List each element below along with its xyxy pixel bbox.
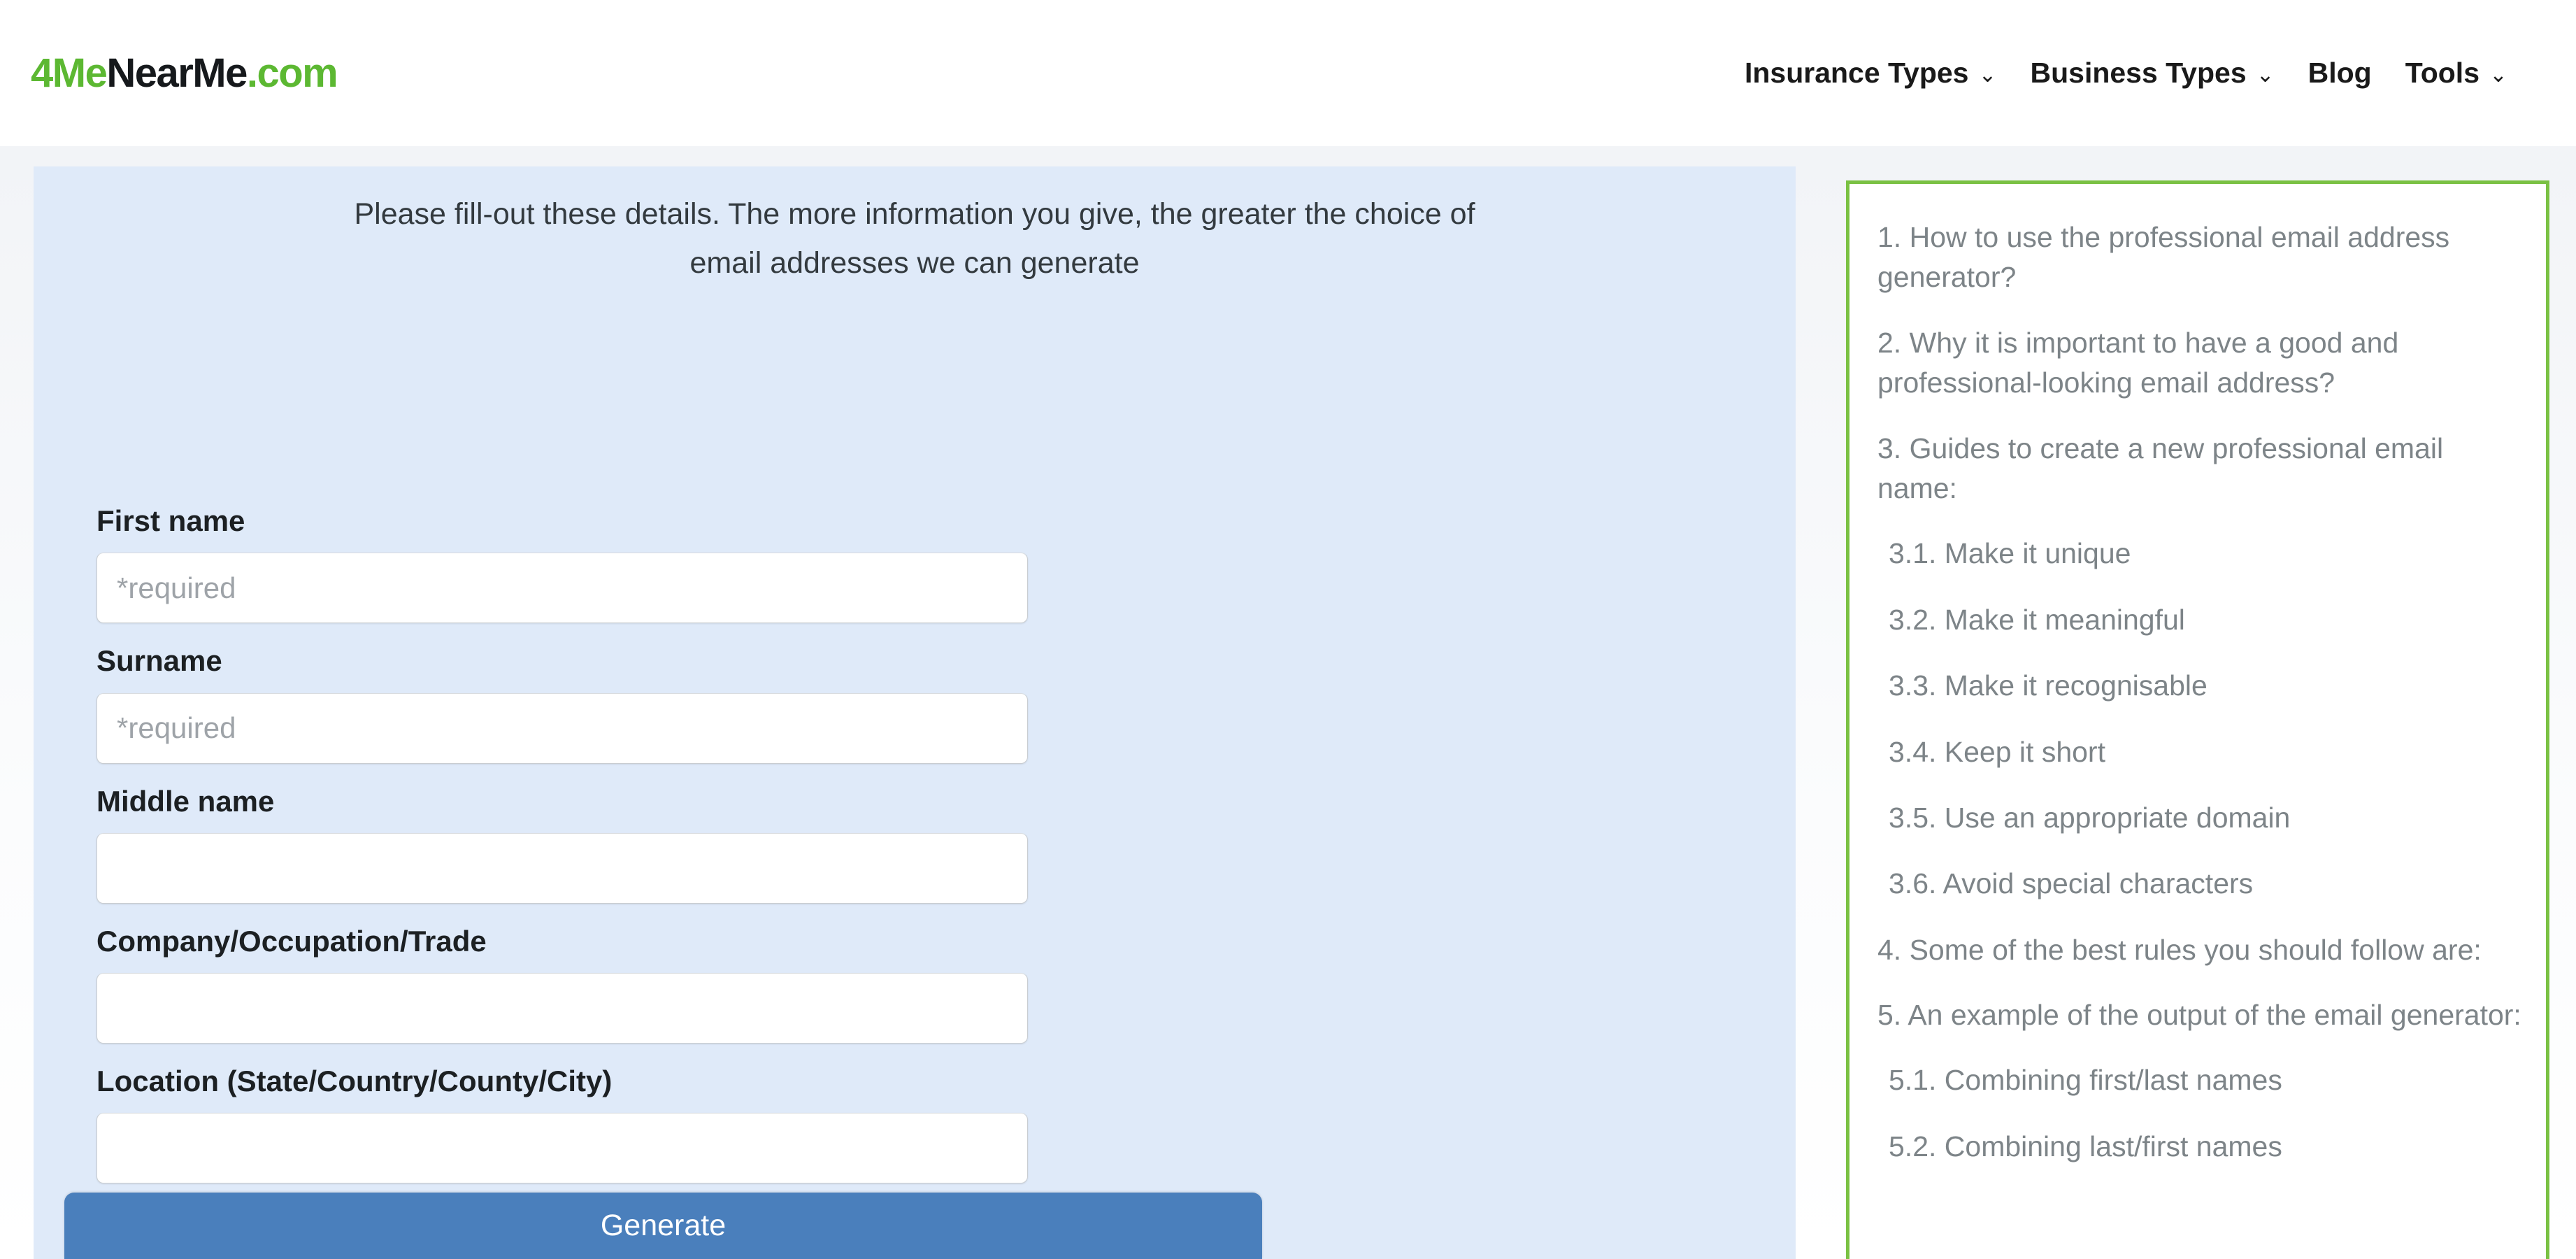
field-group-company: Company/Occupation/Trade xyxy=(96,925,1075,1044)
toc-item[interactable]: 3.5. Use an appropriate domain xyxy=(1873,798,2522,838)
toc-item[interactable]: 3.6. Avoid special characters xyxy=(1873,864,2522,904)
nav-label-blog: Blog xyxy=(2307,57,2372,89)
email-generator-form-panel: Please fill-out these details. The more … xyxy=(34,166,1796,1259)
label-middle-name: Middle name xyxy=(96,784,275,818)
table-of-contents-panel: 1. How to use the professional email add… xyxy=(1846,180,2549,1259)
field-group-middle-name: Middle name xyxy=(96,785,1075,904)
logo-prefix: 4Me xyxy=(31,50,108,96)
site-header: 4Me NearMe .com Insurance Types ⌄ Business… xyxy=(0,0,2576,146)
surname-input[interactable] xyxy=(96,692,1028,764)
toc-item[interactable]: 3.4. Keep it short xyxy=(1873,732,2522,772)
label-first-name: First name xyxy=(96,504,245,537)
field-group-location: Location (State/Country/County/City) xyxy=(96,1065,1075,1184)
toc-item[interactable]: 5. An example of the output of the email… xyxy=(1873,995,2522,1035)
chevron-down-icon: ⌄ xyxy=(1978,62,1997,87)
location-input[interactable] xyxy=(96,1113,1028,1184)
chevron-down-icon: ⌄ xyxy=(2489,62,2507,87)
field-group-first-name: First name xyxy=(96,504,1075,624)
company-occupation-trade-input[interactable] xyxy=(96,973,1028,1044)
nav-item-tools[interactable]: Tools ⌄ xyxy=(2389,50,2507,97)
main-navigation: Insurance Types ⌄ Business Types ⌄ Blog … xyxy=(1728,50,2542,97)
nav-item-insurance-types[interactable]: Insurance Types ⌄ xyxy=(1728,50,2014,97)
form-fields: First name Surname Middle name Company/O… xyxy=(96,504,1075,1259)
toc-item[interactable]: 2. Why it is important to have a good an… xyxy=(1873,323,2522,404)
toc-item[interactable]: 3.2. Make it meaningful xyxy=(1873,600,2522,640)
toc-item[interactable]: 5.1. Combining first/last names xyxy=(1873,1060,2522,1100)
nav-item-business-types[interactable]: Business Types ⌄ xyxy=(2013,50,2291,97)
form-intro-text: Please fill-out these details. The more … xyxy=(354,197,1475,280)
nav-label-insurance-types: Insurance Types xyxy=(1744,57,1969,89)
toc-item[interactable]: 3.1. Make it unique xyxy=(1873,534,2522,574)
toc-item[interactable]: 3. Guides to create a new professional e… xyxy=(1873,429,2522,509)
toc-list: 1. How to use the professional email add… xyxy=(1873,218,2522,1167)
field-group-surname: Surname xyxy=(96,644,1075,764)
generate-button[interactable]: Generate xyxy=(64,1193,1262,1259)
nav-item-blog[interactable]: Blog xyxy=(2291,50,2389,97)
chevron-down-icon: ⌄ xyxy=(2256,62,2275,87)
first-name-input[interactable] xyxy=(96,553,1028,624)
label-location: Location (State/Country/County/City) xyxy=(96,1065,613,1098)
nav-label-tools: Tools xyxy=(2405,57,2480,89)
label-company-occupation-trade: Company/Occupation/Trade xyxy=(96,924,487,958)
label-surname: Surname xyxy=(96,644,222,678)
site-logo[interactable]: 4Me NearMe .com xyxy=(31,50,338,96)
toc-item[interactable]: 3.3. Make it recognisable xyxy=(1873,666,2522,706)
logo-middle: NearMe xyxy=(106,50,248,96)
toc-item[interactable]: 4. Some of the best rules you should fol… xyxy=(1873,930,2522,970)
middle-name-input[interactable] xyxy=(96,832,1028,904)
toc-item[interactable]: 1. How to use the professional email add… xyxy=(1873,218,2522,298)
logo-suffix: .com xyxy=(246,50,338,96)
toc-item[interactable]: 5.2. Combining last/first names xyxy=(1873,1127,2522,1167)
nav-label-business-types: Business Types xyxy=(2030,57,2247,89)
